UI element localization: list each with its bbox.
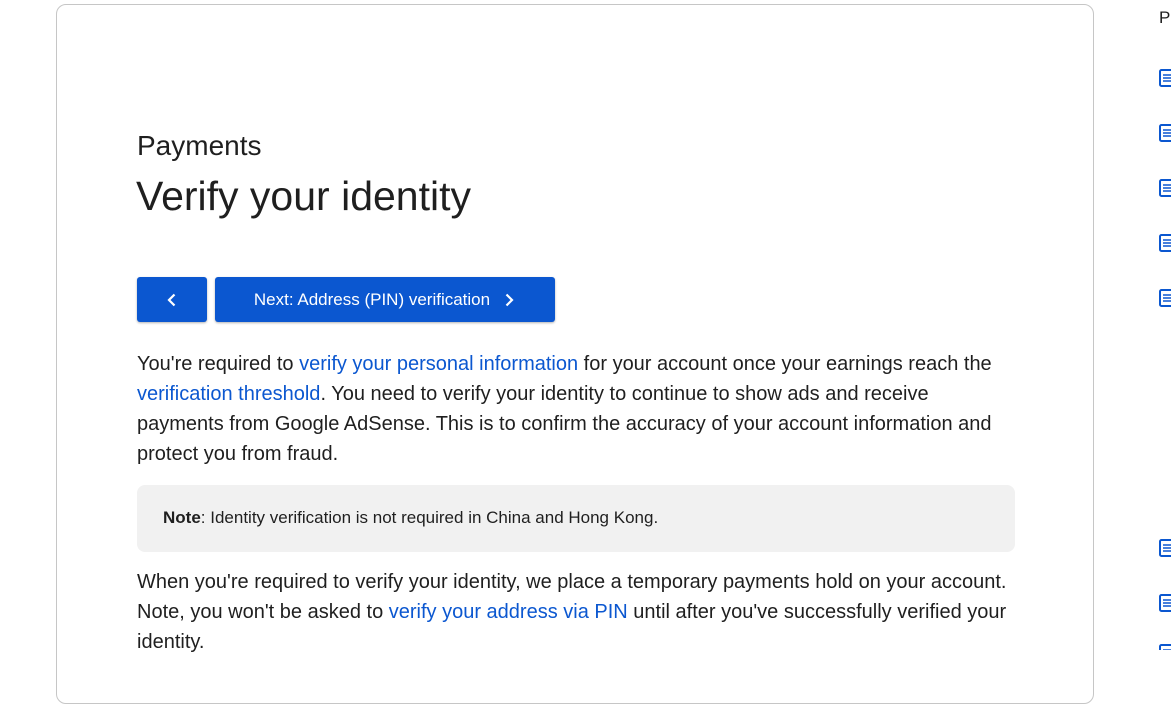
- intro-text-2: for your account once your earnings reac…: [578, 353, 992, 375]
- chevron-right-icon: [505, 293, 514, 306]
- article-icon[interactable]: [1159, 539, 1171, 557]
- note-label: Note: [163, 508, 201, 527]
- page-title: Verify your identity: [136, 173, 471, 219]
- chevron-left-icon: [167, 293, 176, 306]
- note-text: : Identity verification is not required …: [200, 508, 659, 527]
- sidebar-title: P: [1159, 8, 1171, 27]
- article-content: Payments Verify your identity Next: Addr…: [136, 129, 1015, 653]
- article-icon[interactable]: [1159, 179, 1171, 197]
- article-icon[interactable]: [1159, 594, 1171, 612]
- breadcrumb-category: Payments: [137, 130, 262, 161]
- previous-button[interactable]: [137, 277, 207, 322]
- article-navigation: Next: Address (PIN) verification: [137, 277, 555, 322]
- article-icon[interactable]: [1159, 124, 1171, 142]
- verification-threshold-link[interactable]: verification threshold: [137, 383, 320, 405]
- intro-paragraph: You're required to verify your personal …: [137, 349, 1015, 469]
- note-callout: Note: Identity verification is not requi…: [137, 485, 1015, 552]
- article-card: Payments Verify your identity Next: Addr…: [56, 4, 1094, 704]
- verify-personal-info-link[interactable]: verify your personal information: [299, 353, 578, 375]
- verify-address-pin-link[interactable]: verify your address via PIN: [389, 601, 628, 623]
- sidebar-nav: P: [1158, 0, 1171, 650]
- article-icon[interactable]: [1159, 289, 1171, 307]
- article-icon[interactable]: [1159, 69, 1171, 87]
- next-button[interactable]: Next: Address (PIN) verification: [215, 277, 555, 322]
- next-button-label: Next: Address (PIN) verification: [253, 289, 491, 309]
- hold-paragraph: When you're required to verify your iden…: [137, 567, 1015, 657]
- article-icon[interactable]: [1159, 644, 1171, 650]
- intro-text-1: You're required to: [137, 353, 300, 375]
- article-icon[interactable]: [1159, 234, 1171, 252]
